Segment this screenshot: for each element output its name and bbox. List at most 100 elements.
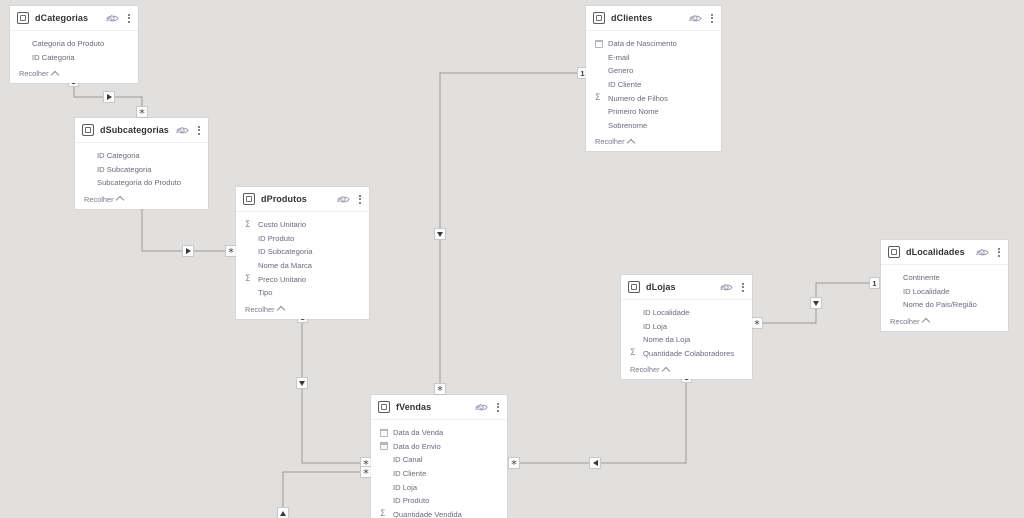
field-row[interactable]: Tipo <box>236 286 369 300</box>
more-options-icon[interactable] <box>493 402 502 413</box>
more-options-icon[interactable] <box>707 13 716 24</box>
collapse-button[interactable]: Recolher <box>75 192 208 209</box>
field-row[interactable]: Σ Quantidade Vendida <box>371 508 507 518</box>
table-header[interactable]: dProdutos <box>236 187 369 212</box>
field-row[interactable]: ID Produto <box>236 232 369 246</box>
table-card-dprodutos[interactable]: dProdutos Σ Custo Unitario ID Produto ID Sub… <box>236 187 369 319</box>
relationship-line[interactable] <box>282 471 365 518</box>
field-row[interactable]: ID Localidade <box>881 285 1008 299</box>
field-row[interactable]: E-mail <box>586 51 721 65</box>
field-label: ID Localidade <box>903 286 950 296</box>
field-row[interactable]: Subcategoria do Produto <box>75 176 208 190</box>
relationship-line[interactable] <box>301 313 365 464</box>
eye-hide-icon[interactable] <box>106 13 119 23</box>
many-marker-fvendas-loja: * <box>508 457 520 470</box>
relationship-line[interactable] <box>439 72 580 389</box>
field-row[interactable]: ID Subcategoria <box>236 245 369 259</box>
table-card-dclientes[interactable]: dClientes Data de Nascimento E-mail Genero I… <box>586 6 721 152</box>
table-card-dlojas[interactable]: dLojas ID Localidade ID Loja Nome da Loja Σ Q… <box>621 275 752 380</box>
table-icon <box>82 124 94 136</box>
collapse-button[interactable]: Recolher <box>586 134 721 151</box>
eye-hide-icon[interactable] <box>720 282 733 292</box>
eye-hide-icon[interactable] <box>689 13 702 23</box>
field-row[interactable]: ID Produto <box>371 494 507 508</box>
table-header[interactable]: dClientes <box>586 6 721 31</box>
field-row[interactable]: Data do Envio <box>371 440 507 454</box>
table-icon <box>243 193 255 205</box>
more-options-icon[interactable] <box>994 247 1003 258</box>
field-row[interactable]: Nome do Pais/Região <box>881 298 1008 312</box>
field-row[interactable]: ID Categoria <box>75 149 208 163</box>
field-row[interactable]: Σ Numero de Filhos <box>586 91 721 105</box>
field-label: Preco Unitario <box>258 274 307 284</box>
eye-hide-icon[interactable] <box>475 402 488 412</box>
table-header[interactable]: dLocalidades <box>881 240 1008 265</box>
field-list: Data de Nascimento E-mail Genero ID Cliente… <box>586 31 721 134</box>
arrow-marker-dlocalidades <box>810 297 822 309</box>
arrow-marker-canal <box>277 507 289 518</box>
chevron-up-icon <box>115 196 124 205</box>
table-header-actions <box>976 247 1003 258</box>
relationship-line[interactable] <box>513 372 687 464</box>
eye-hide-icon[interactable] <box>337 194 350 204</box>
field-row[interactable]: Nome da Marca <box>236 259 369 273</box>
table-card-dcategorias[interactable]: dCategorias Categoria do Produto ID Catego… <box>10 6 138 84</box>
field-row[interactable]: Primeiro Nome <box>586 105 721 119</box>
field-row[interactable]: Σ Custo Unitario <box>236 218 369 232</box>
field-label: Data da Venda <box>393 428 444 438</box>
eye-hide-icon <box>475 402 488 411</box>
collapse-button[interactable]: Recolher <box>881 314 1008 331</box>
collapse-button[interactable]: Recolher <box>621 362 752 379</box>
field-row[interactable]: Data da Venda <box>371 426 507 440</box>
arrow-marker-dcategorias <box>103 91 115 103</box>
field-row[interactable]: ID Loja <box>371 480 507 494</box>
collapse-button[interactable]: Recolher <box>10 66 138 83</box>
field-row[interactable]: Sobrenome <box>586 119 721 133</box>
field-row[interactable]: Categoria do Produto <box>10 37 138 51</box>
table-card-dsubcategorias[interactable]: dSubcategorias ID Categoria ID Subcategori… <box>75 118 208 209</box>
field-row[interactable]: ID Subcategoria <box>75 163 208 177</box>
field-row[interactable]: ID Loja <box>621 320 752 334</box>
table-card-dlocalidades[interactable]: dLocalidades Continente ID Localidade Nome … <box>881 240 1008 331</box>
relationship-lines-layer <box>73 72 874 518</box>
table-icon <box>888 246 900 258</box>
field-row[interactable]: Nome da Loja <box>621 333 752 347</box>
field-label: ID Produto <box>393 496 430 506</box>
sigma-icon: Σ <box>595 92 601 103</box>
eye-hide-icon[interactable] <box>176 125 189 135</box>
field-label: Tipo <box>258 288 273 298</box>
cross-filter-arrow-icon <box>813 300 819 306</box>
table-header[interactable]: dSubcategorias <box>75 118 208 143</box>
field-row[interactable]: Σ Preco Unitario <box>236 272 369 286</box>
collapse-button[interactable]: Recolher <box>236 302 369 319</box>
table-header[interactable]: dLojas <box>621 275 752 300</box>
eye-hide-icon[interactable] <box>976 247 989 257</box>
field-row[interactable]: ID Canal <box>371 453 507 467</box>
many-marker-fvendas-cli: * <box>434 383 446 396</box>
eye-hide-icon <box>976 247 989 256</box>
model-diagram-canvas[interactable]: 1**1*1*1*1** dCategoriasCategoria do Pro… <box>0 0 1024 518</box>
field-row[interactable]: ID Categoria <box>10 51 138 65</box>
table-header[interactable]: dCategorias <box>10 6 138 31</box>
table-header[interactable]: fVendas <box>371 395 507 420</box>
field-row[interactable]: Genero <box>586 64 721 78</box>
more-options-icon[interactable] <box>194 125 203 136</box>
field-row[interactable]: Data de Nascimento <box>586 37 721 51</box>
field-label: E-mail <box>608 52 630 62</box>
field-row[interactable]: ID Cliente <box>586 78 721 92</box>
table-card-fvendas[interactable]: fVendas Data da Venda Data do Envio ID Cana… <box>371 395 507 518</box>
more-options-icon[interactable] <box>124 13 133 24</box>
field-row[interactable]: ID Cliente <box>371 467 507 481</box>
field-row[interactable]: Continente <box>881 271 1008 285</box>
field-label: ID Subcategoria <box>258 247 313 257</box>
relationship-line[interactable] <box>141 204 230 252</box>
more-options-icon[interactable] <box>738 282 747 293</box>
more-options-icon[interactable] <box>355 194 364 205</box>
table-icon <box>378 401 390 413</box>
cross-filter-arrow-icon <box>280 510 286 516</box>
field-row[interactable]: Σ Quantidade Colaboradores <box>621 347 752 361</box>
eye-hide-icon <box>689 13 702 22</box>
field-label: ID Localidade <box>643 308 690 318</box>
chevron-up-icon <box>921 318 930 327</box>
field-row[interactable]: ID Localidade <box>621 306 752 320</box>
